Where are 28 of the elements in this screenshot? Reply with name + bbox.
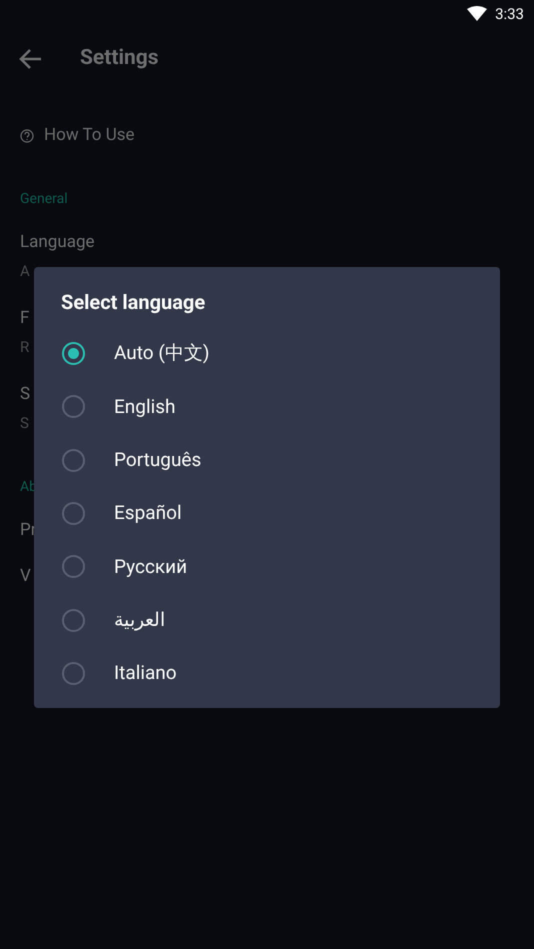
dialog-title: Select language — [60, 289, 206, 316]
status-time: 3:33 — [495, 4, 524, 25]
language-option[interactable]: Português — [34, 434, 500, 487]
radio-button[interactable] — [62, 608, 85, 632]
setting-subtitle: S — [20, 413, 29, 434]
setting-title[interactable]: F — [20, 303, 30, 333]
language-option[interactable]: Русский — [34, 540, 500, 594]
setting-subtitle: A — [20, 261, 30, 282]
section-header: General — [20, 190, 69, 209]
setting-title[interactable]: V — [20, 561, 31, 591]
radio-button[interactable] — [62, 395, 85, 418]
radio-button[interactable] — [62, 662, 85, 685]
setting-subtitle: R — [20, 337, 30, 358]
radio-button[interactable] — [62, 448, 85, 472]
page-title: Settings — [80, 45, 159, 72]
radio-button[interactable] — [62, 342, 85, 366]
language-option[interactable]: العربية — [34, 593, 500, 647]
radio-button[interactable] — [62, 555, 85, 578]
help-icon — [20, 129, 34, 143]
language-option[interactable]: Auto (中文) — [34, 327, 500, 380]
language-option[interactable]: English — [34, 380, 500, 434]
language-option[interactable]: Español — [34, 486, 500, 540]
language-option[interactable]: Italiano — [34, 646, 500, 700]
how-to-use-item[interactable]: How To Use — [0, 121, 534, 151]
setting-title[interactable]: S — [20, 379, 30, 409]
setting-title[interactable]: Language — [20, 227, 95, 257]
radio-button[interactable] — [62, 502, 85, 526]
wifi-icon — [467, 6, 488, 22]
